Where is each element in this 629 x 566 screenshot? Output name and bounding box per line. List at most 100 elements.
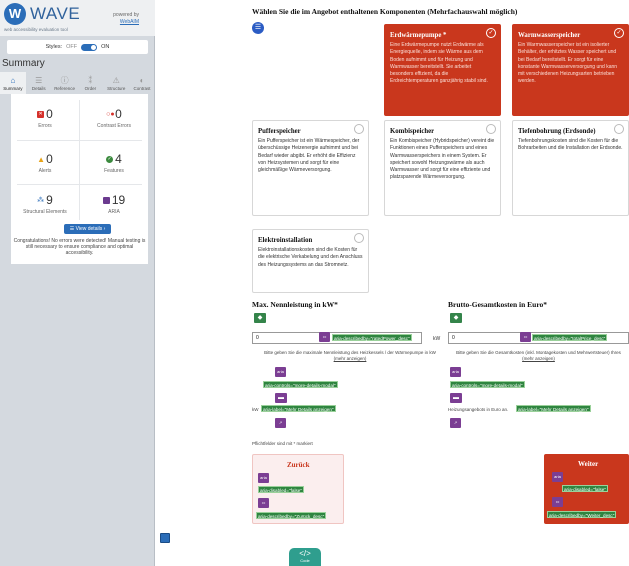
- card-title: Kombispeicher: [390, 128, 435, 135]
- aria-count: 19: [111, 193, 126, 207]
- option-card-erdwaermepumpe[interactable]: ✓ Erdwärmepumpe * Eine Erdwärmepumpe nut…: [384, 24, 501, 116]
- tab-details[interactable]: ☰ Details: [26, 72, 52, 94]
- errors-count: 0: [46, 107, 53, 121]
- structure-icon: ⚠: [112, 76, 120, 85]
- tab-summary[interactable]: ⌂ Summary: [0, 72, 26, 94]
- option-card-kombispeicher[interactable]: Kombispeicher Ein Kombispeicher (Hybrids…: [384, 120, 501, 216]
- code-toggle-button[interactable]: </> Code: [289, 548, 321, 566]
- wave-logo: W: [4, 3, 26, 25]
- card-text: Ein Kombispeicher (Hybridspeicher) verei…: [390, 138, 495, 181]
- power-help-text: Bitte geben Sie die maximale Nennleistun…: [264, 350, 436, 355]
- aria-describedby-label: aria-describedby="totalPrice_desc": [532, 334, 608, 341]
- aria-icon: aria: [552, 472, 563, 482]
- contrast-errors-stat[interactable]: ○● 0 Contrast Errors: [80, 98, 148, 138]
- aria-describedby-icon: ▭: [319, 332, 330, 342]
- option-card-pufferspeicher[interactable]: Pufferspeicher Ein Pufferspeicher ist ei…: [252, 120, 369, 216]
- cost-help: Bitte geben Sie die Gesamtkosten (inkl. …: [448, 350, 629, 362]
- list-icon: ☰: [35, 76, 43, 85]
- card-text: Eine Erdwärmepumpe nutzt Erdwärme als En…: [390, 42, 488, 85]
- code-panel-icon[interactable]: [160, 533, 170, 543]
- alerts-stat[interactable]: ▲ 0 Alerts: [11, 143, 79, 183]
- tab-label: Reference: [54, 86, 75, 91]
- aria-controls-label: aria-controls="more-details-modal": [450, 381, 525, 388]
- required-note: Pflichtfelder sind mit * markiert: [252, 441, 313, 446]
- aria-stat[interactable]: 19 ARIA: [80, 184, 148, 224]
- aria-icon: aria: [450, 367, 461, 377]
- styles-on: ON: [101, 44, 110, 50]
- aria-label-label: aria-label="Mehr Details anzeigen": [261, 405, 336, 412]
- cost-heading: Brutto-Gesamtkosten in Euro*: [448, 300, 548, 309]
- tab-contrast[interactable]: ◐ Contrast: [129, 72, 155, 94]
- aria-describedby-icon: ▭: [552, 497, 563, 507]
- contrast-icon: ◐: [139, 76, 145, 85]
- card-text: Elektroinstallationskosten sind die Kost…: [258, 247, 363, 268]
- wave-title: WAVE: [30, 4, 81, 23]
- webaim-link[interactable]: WebAIM: [113, 19, 139, 26]
- order-icon: ⁑: [88, 76, 93, 85]
- cost-more-link[interactable]: (mehr anzeigen): [522, 356, 555, 361]
- error-icon: ✕: [37, 110, 45, 118]
- back-label: Zurück: [287, 461, 310, 469]
- aria-describedby-label: aria-describedby="ratedPower_desc": [332, 334, 412, 341]
- tab-reference[interactable]: ⓘ Reference: [52, 72, 78, 94]
- structural-stat[interactable]: ⁂ 9 Structural Elements: [11, 184, 79, 224]
- aria-describedby-label: aria-describedby="Zurück_desc": [256, 512, 327, 519]
- features-count: 4: [115, 152, 122, 166]
- card-title: Erdwärmepumpe *: [390, 32, 447, 39]
- power-unit: kW: [433, 336, 441, 342]
- radio-circle: [614, 124, 624, 134]
- tab-label: Structure: [107, 86, 126, 91]
- errors-label: Errors: [38, 123, 52, 129]
- option-card-elektroinstallation[interactable]: Elektroinstallation Elektroinstallations…: [252, 229, 369, 293]
- wave-subtitle: web accessibility evaluation tool: [4, 27, 68, 32]
- next-button[interactable]: Weiter aria aria-disabled="false" ▭ aria…: [544, 454, 629, 524]
- card-text: Tiefenbohrungskosten sind die Kosten für…: [518, 138, 623, 152]
- radio-circle: [354, 233, 364, 243]
- structural-count: 9: [46, 193, 53, 207]
- radio-circle: [486, 124, 496, 134]
- aria-disabled-label: aria-disabled="false": [258, 486, 304, 493]
- tab-label: Order: [84, 86, 97, 91]
- option-card-tiefenbohrung[interactable]: Tiefenbohrung (Erdsonde) Tiefenbohrungsk…: [512, 120, 629, 216]
- summary-heading: Summary: [2, 58, 45, 69]
- wave-sidebar: W WAVE web accessibility evaluation tool…: [0, 0, 155, 566]
- view-details-button[interactable]: ☰ View details ›: [64, 224, 111, 234]
- card-title: Tiefenbohrung (Erdsonde): [518, 128, 596, 135]
- wave-tabs: ⌂ Summary ☰ Details ⓘ Reference ⁑ Order ⚠ Str…: [0, 72, 155, 94]
- aria-describedby-icon: ▭: [520, 332, 531, 342]
- tab-label: Contrast: [133, 86, 151, 91]
- tab-structure[interactable]: ⚠ Structure: [103, 72, 129, 94]
- option-card-warmwasserspeicher[interactable]: ✓ Warmwasserspeicher Ein Warmwasserspeic…: [512, 24, 629, 116]
- styles-toggle[interactable]: [81, 43, 98, 51]
- card-text: Ein Warmwasserspeicher ist ein isolierte…: [518, 42, 618, 85]
- structure-icon: ⁂: [37, 196, 45, 204]
- tab-label: Summary: [3, 86, 23, 91]
- feature-icon: ✓: [106, 155, 114, 163]
- structural-label: Structural Elements: [23, 209, 67, 215]
- home-icon: ⌂: [10, 76, 16, 85]
- features-stat[interactable]: ✓ 4 Features: [80, 143, 148, 183]
- contrast-errors-label: Contrast Errors: [97, 123, 131, 129]
- back-button[interactable]: Zurück aria aria-disabled="false" ▭ aria…: [252, 454, 344, 524]
- button-icon: ▬: [275, 393, 287, 403]
- contrast-errors-count: 0: [115, 107, 122, 121]
- external-link-icon[interactable]: ↗: [275, 418, 286, 428]
- list-icon: ☰: [252, 22, 264, 34]
- power-help: Bitte geben Sie die maximale Nennleistun…: [252, 350, 448, 362]
- external-link-icon[interactable]: ↗: [450, 418, 461, 428]
- tag-icon: ◆: [450, 313, 462, 323]
- tab-order[interactable]: ⁑ Order: [77, 72, 103, 94]
- view-details-label: View details ›: [75, 226, 106, 232]
- question-title: Wählen Sie die im Angebot enthaltenen Ko…: [252, 7, 518, 16]
- errors-stat[interactable]: ✕ 0 Errors: [11, 98, 79, 138]
- alerts-count: 0: [46, 152, 53, 166]
- cost-prefix: Heizungsangebots in Euro an.: [448, 407, 509, 412]
- alert-icon: ▲: [37, 154, 46, 164]
- code-label: Code: [300, 558, 310, 563]
- aria-describedby-icon: ▭: [258, 498, 269, 508]
- powered-by-text: powered by: [113, 12, 139, 18]
- aria-controls-label: aria-controls="more-details-modal": [263, 381, 338, 388]
- power-more-link[interactable]: (mehr anzeigen): [334, 356, 367, 361]
- button-icon: ▬: [450, 393, 462, 403]
- power-heading: Max. Nennleistung in kW*: [252, 300, 338, 309]
